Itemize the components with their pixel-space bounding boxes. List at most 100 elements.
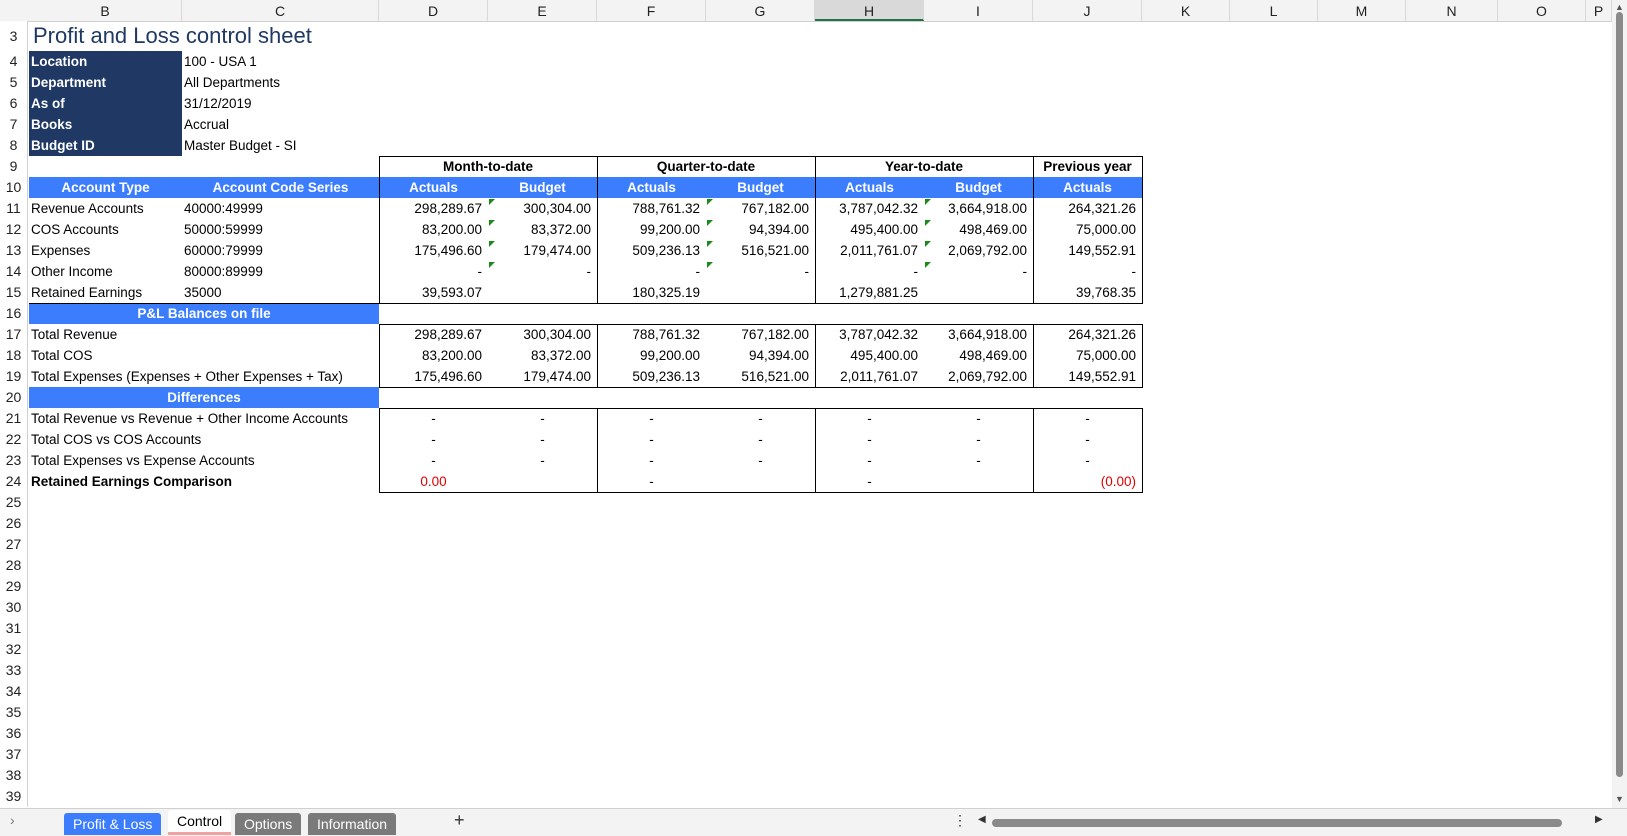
retained-py[interactable]: (0.00) <box>1033 471 1142 492</box>
column-header-l[interactable]: L <box>1230 0 1318 21</box>
value-cell[interactable]: 788,761.32 <box>597 198 706 219</box>
difference-cell[interactable]: - <box>924 408 1033 429</box>
difference-cell[interactable]: - <box>1033 450 1142 471</box>
column-header-n[interactable]: N <box>1406 0 1498 21</box>
difference-cell[interactable]: - <box>597 429 706 450</box>
difference-cell[interactable]: - <box>488 429 597 450</box>
value-cell[interactable]: 175,496.60 <box>379 240 488 261</box>
row-number-34[interactable]: 34 <box>0 681 28 702</box>
scroll-right-icon[interactable]: ▶ <box>1595 814 1603 825</box>
value-cell[interactable]: 94,394.00 <box>706 219 815 240</box>
difference-cell[interactable]: - <box>379 429 488 450</box>
row-number-12[interactable]: 12 <box>0 219 28 240</box>
row-number-22[interactable]: 22 <box>0 429 28 450</box>
value-cell[interactable] <box>488 282 597 303</box>
scroll-down-icon[interactable]: ▼ <box>1615 794 1624 804</box>
value-cell[interactable]: - <box>815 261 924 282</box>
value-cell[interactable]: 767,182.00 <box>706 324 815 345</box>
value-cell[interactable]: 3,664,918.00 <box>924 324 1033 345</box>
difference-cell[interactable]: - <box>924 429 1033 450</box>
row-number-38[interactable]: 38 <box>0 765 28 786</box>
row-number-28[interactable]: 28 <box>0 555 28 576</box>
value-cell[interactable]: 75,000.00 <box>1033 345 1142 366</box>
column-header-g[interactable]: G <box>706 0 815 21</box>
value-cell[interactable]: 39,593.07 <box>379 282 488 303</box>
value-cell[interactable]: - <box>488 261 597 282</box>
row-number-10[interactable]: 10 <box>0 177 28 198</box>
row-number-29[interactable]: 29 <box>0 576 28 597</box>
value-cell[interactable]: 3,787,042.32 <box>815 324 924 345</box>
value-cell[interactable]: - <box>1033 261 1142 282</box>
difference-cell[interactable]: - <box>597 408 706 429</box>
tab-scroll-icon[interactable]: › <box>10 812 15 828</box>
row-number-21[interactable]: 21 <box>0 408 28 429</box>
row-number-16[interactable]: 16 <box>0 303 28 324</box>
scroll-up-icon[interactable]: ▲ <box>1615 2 1624 12</box>
value-cell[interactable]: 495,400.00 <box>815 219 924 240</box>
row-number-20[interactable]: 20 <box>0 387 28 408</box>
sheet-tab-profit-loss[interactable]: Profit & Loss <box>64 813 162 835</box>
value-cell[interactable]: 2,069,792.00 <box>924 240 1033 261</box>
value-cell[interactable]: 149,552.91 <box>1033 366 1142 387</box>
row-number-36[interactable]: 36 <box>0 723 28 744</box>
row-number-13[interactable]: 13 <box>0 240 28 261</box>
difference-cell[interactable]: - <box>1033 429 1142 450</box>
value-cell[interactable]: 509,236.13 <box>597 366 706 387</box>
row-number-37[interactable]: 37 <box>0 744 28 765</box>
row-number-14[interactable]: 14 <box>0 261 28 282</box>
value-cell[interactable]: 516,521.00 <box>706 366 815 387</box>
difference-cell[interactable]: - <box>815 429 924 450</box>
value-cell[interactable]: - <box>597 261 706 282</box>
column-header-c[interactable]: C <box>182 0 379 21</box>
value-cell[interactable]: 495,400.00 <box>815 345 924 366</box>
row-number-32[interactable]: 32 <box>0 639 28 660</box>
value-cell[interactable]: 83,372.00 <box>488 219 597 240</box>
value-cell[interactable]: 264,321.26 <box>1033 198 1142 219</box>
column-header-o[interactable]: O <box>1498 0 1586 21</box>
row-number-23[interactable]: 23 <box>0 450 28 471</box>
column-header-d[interactable]: D <box>379 0 488 21</box>
add-sheet-button[interactable]: + <box>454 810 465 831</box>
value-cell[interactable]: 175,496.60 <box>379 366 488 387</box>
row-number-30[interactable]: 30 <box>0 597 28 618</box>
value-cell[interactable]: 2,011,761.07 <box>815 366 924 387</box>
difference-cell[interactable]: - <box>597 450 706 471</box>
difference-cell[interactable]: - <box>706 450 815 471</box>
row-number-17[interactable]: 17 <box>0 324 28 345</box>
value-cell[interactable]: 498,469.00 <box>924 219 1033 240</box>
retained-mtd[interactable]: 0.00 <box>379 471 488 492</box>
value-cell[interactable]: 2,011,761.07 <box>815 240 924 261</box>
value-cell[interactable]: 516,521.00 <box>706 240 815 261</box>
row-number-35[interactable]: 35 <box>0 702 28 723</box>
difference-cell[interactable]: - <box>379 408 488 429</box>
row-number-3[interactable]: 3 <box>0 21 28 51</box>
row-number-26[interactable]: 26 <box>0 513 28 534</box>
value-cell[interactable]: 3,664,918.00 <box>924 198 1033 219</box>
row-number-24[interactable]: 24 <box>0 471 28 492</box>
value-cell[interactable]: 2,069,792.00 <box>924 366 1033 387</box>
value-cell[interactable]: 99,200.00 <box>597 219 706 240</box>
sheet-tab-information[interactable]: Information <box>308 813 397 835</box>
value-cell[interactable]: - <box>924 261 1033 282</box>
row-number-33[interactable]: 33 <box>0 660 28 681</box>
scroll-left-icon[interactable]: ◀ <box>978 814 986 825</box>
value-cell[interactable]: 3,787,042.32 <box>815 198 924 219</box>
column-header-f[interactable]: F <box>597 0 706 21</box>
difference-cell[interactable]: - <box>379 450 488 471</box>
value-cell[interactable]: 300,304.00 <box>488 198 597 219</box>
row-number-25[interactable]: 25 <box>0 492 28 513</box>
vertical-scrollbar[interactable]: ▲ ▼ <box>1612 0 1627 808</box>
value-cell[interactable]: - <box>379 261 488 282</box>
difference-cell[interactable]: - <box>1033 408 1142 429</box>
difference-cell[interactable]: - <box>815 450 924 471</box>
row-number-7[interactable]: 7 <box>0 114 28 135</box>
value-cell[interactable]: 94,394.00 <box>706 345 815 366</box>
vertical-scroll-thumb[interactable] <box>1616 12 1623 777</box>
row-number-6[interactable]: 6 <box>0 93 28 114</box>
column-header-p[interactable]: P <box>1586 0 1612 21</box>
value-cell[interactable]: 83,372.00 <box>488 345 597 366</box>
value-cell[interactable]: 298,289.67 <box>379 198 488 219</box>
column-header-h[interactable]: H <box>815 0 924 21</box>
value-cell[interactable]: 179,474.00 <box>488 366 597 387</box>
column-header-b[interactable]: B <box>29 0 182 21</box>
